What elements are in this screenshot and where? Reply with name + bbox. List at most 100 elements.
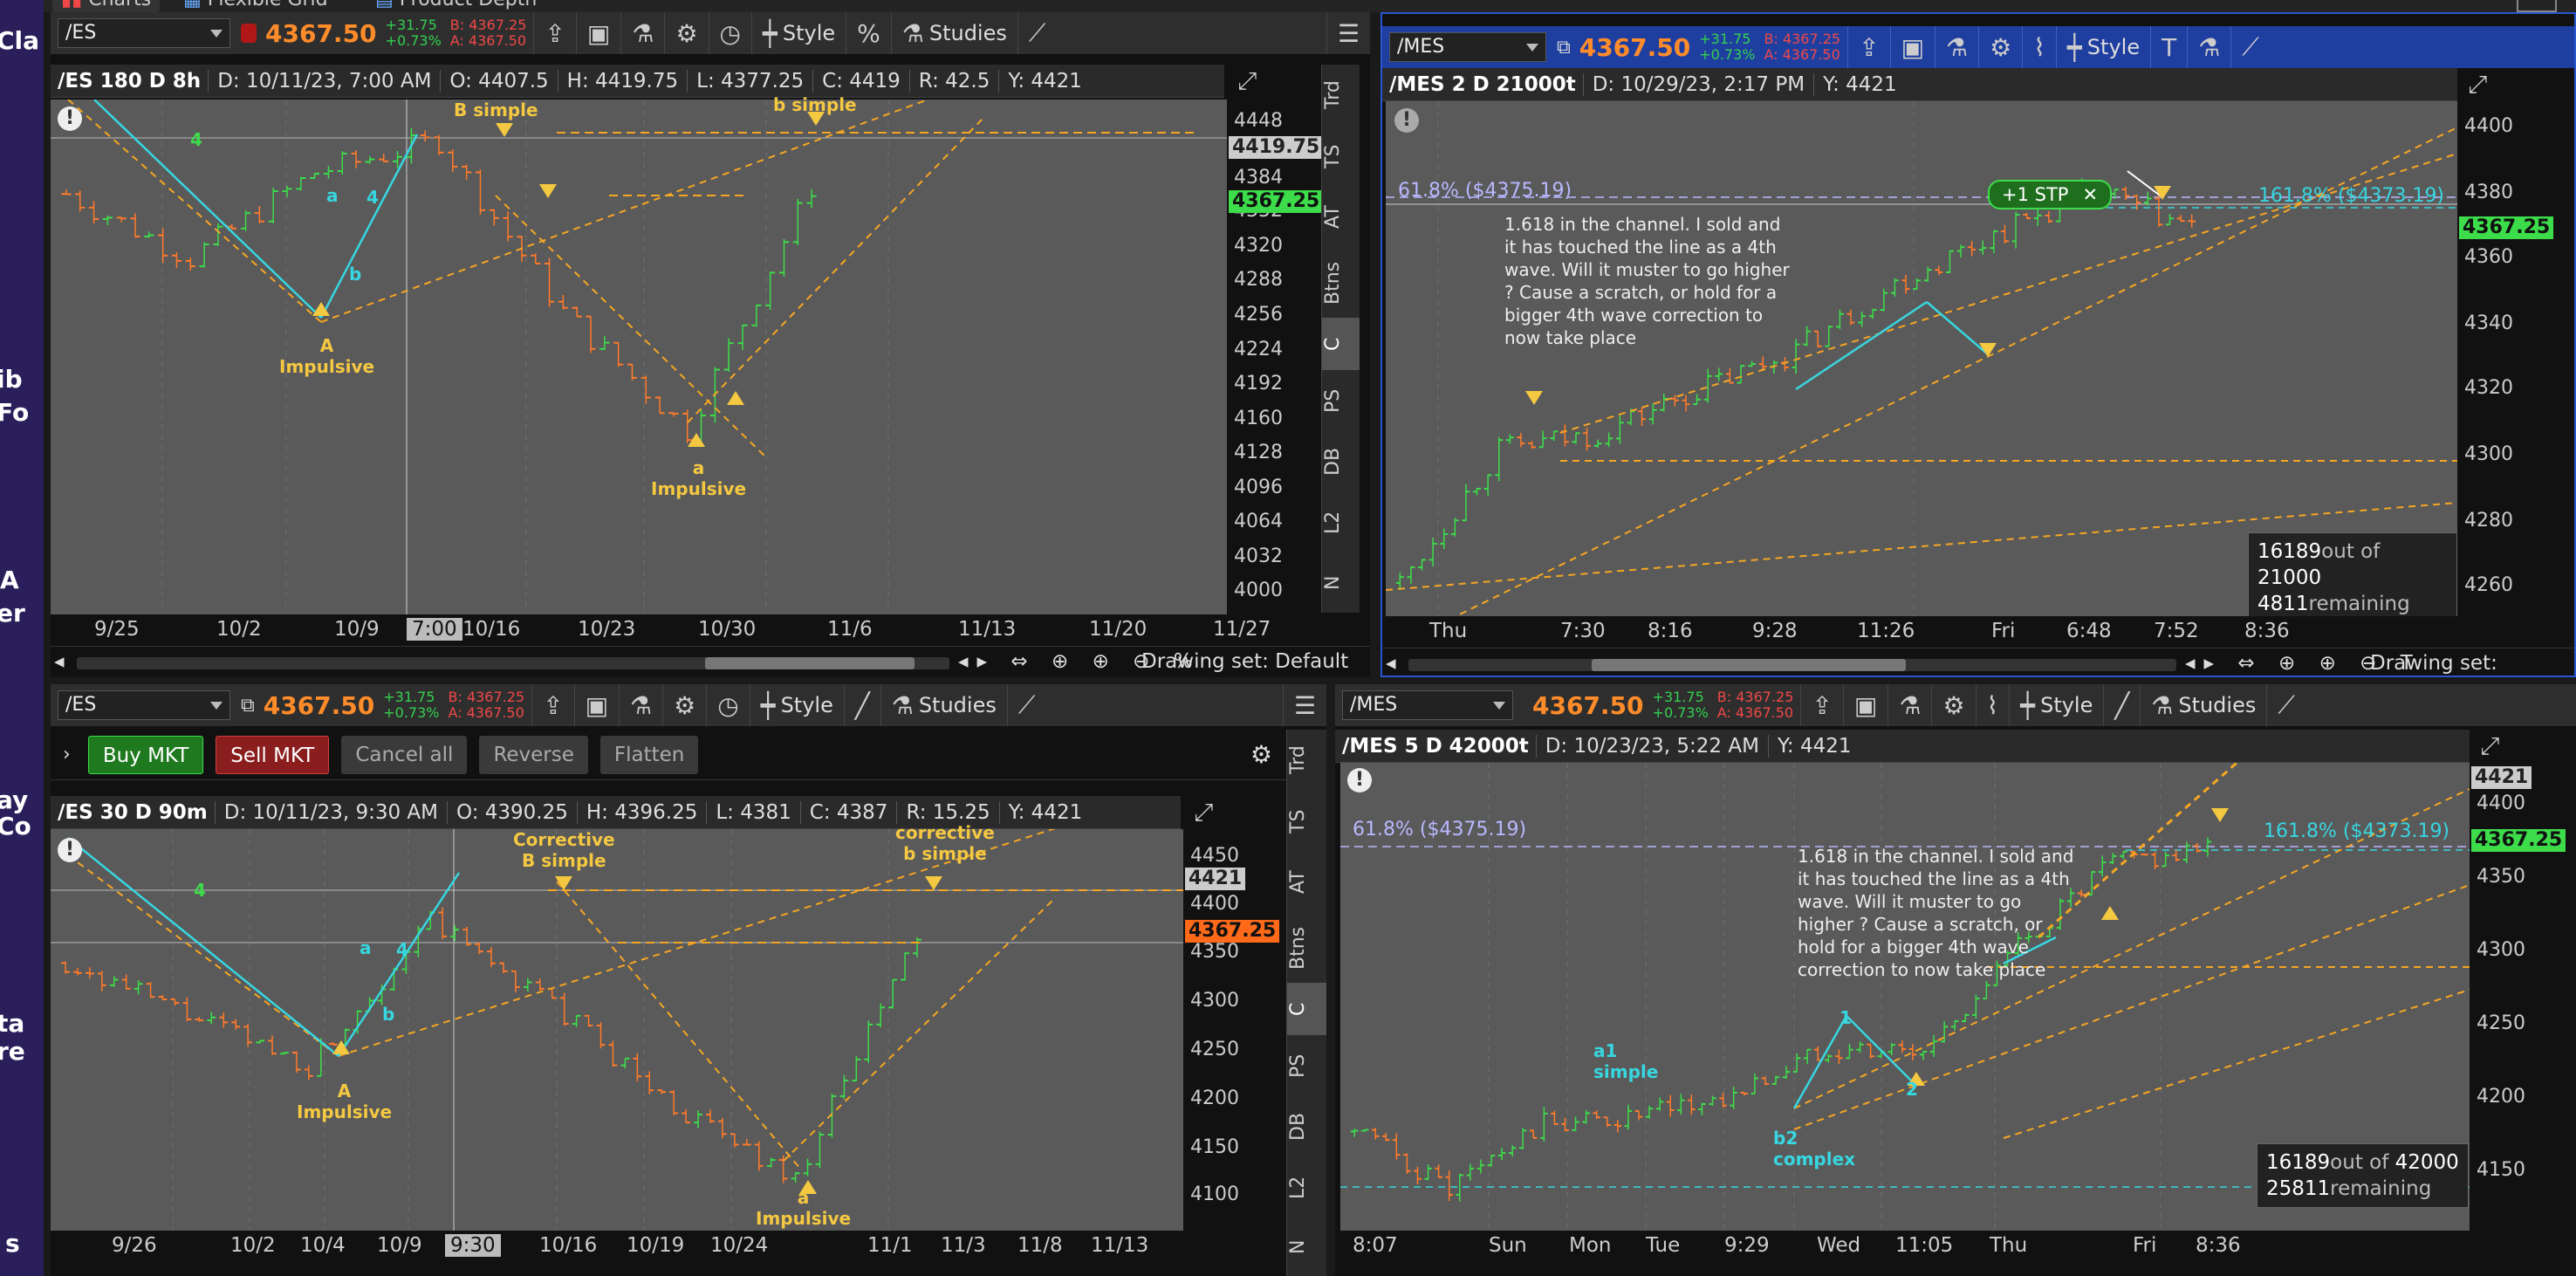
price-axis[interactable]: 4400 4380 4360 4340 4320 4300 4280 4260 … xyxy=(2457,101,2574,616)
price-axis[interactable]: 4400 4350 4300 4250 4200 4150 4421 4367.… xyxy=(2470,763,2576,1231)
settings-button[interactable]: ⚙ xyxy=(664,12,708,54)
side-tab-trd[interactable]: Trd xyxy=(1322,65,1360,126)
flask-button[interactable]: ⚗ xyxy=(1887,684,1931,726)
flask-button[interactable]: ⚗ xyxy=(619,684,662,726)
drawing-set-label[interactable]: Drawing set: Default xyxy=(1141,650,1348,673)
chart-scrollbar[interactable]: ◂ ◂▸ ⇔ ⊕ ⊕ ⊖ % Drawing set: Default xyxy=(51,646,1370,677)
style-button[interactable]: ┿ Style xyxy=(750,12,846,54)
plot-area[interactable]: ! A Impulsive B simple b simple a Impulsiv… xyxy=(51,94,1227,614)
events-button[interactable]: ▣ xyxy=(575,12,620,54)
share-button[interactable]: ⇪ xyxy=(531,684,573,726)
layout-icon[interactable] xyxy=(2517,0,2557,12)
wave-button[interactable]: ⌇ xyxy=(2022,26,2056,68)
scroll-track[interactable] xyxy=(77,657,949,669)
expand-button[interactable]: ⤢ xyxy=(1227,65,1285,99)
close-icon[interactable]: ✕ xyxy=(2082,184,2098,205)
tab-charts[interactable]: ▮▮ Charts xyxy=(52,0,161,12)
line-tool-button[interactable]: ╱ xyxy=(2103,684,2140,726)
gear-icon[interactable]: ⚙ xyxy=(1250,740,1272,769)
alert-icon[interactable]: ! xyxy=(1394,108,1419,133)
side-tab-trd[interactable]: Trd xyxy=(1287,730,1326,791)
share-button[interactable]: ⇪ xyxy=(1800,684,1842,726)
text-button[interactable]: T xyxy=(2150,26,2187,68)
side-tab-ts[interactable]: TS xyxy=(1322,126,1360,187)
side-tab-n[interactable]: N xyxy=(1287,1218,1326,1276)
symbol-selector[interactable]: /ES xyxy=(58,690,230,720)
side-tab-ts[interactable]: TS xyxy=(1287,791,1326,852)
side-tab-l2[interactable]: L2 xyxy=(1322,492,1360,553)
time-axis[interactable]: 8:07 Sun Mon Tue 9:29 Wed 11:05 Thu Fri … xyxy=(1340,1231,2470,1262)
side-tab-at[interactable]: AT xyxy=(1322,187,1360,248)
plot-area[interactable]: ! A Impulsive Corrective B simple correcti… xyxy=(51,822,1183,1231)
events-button[interactable]: ▣ xyxy=(1842,684,1887,726)
scroll-left-icon[interactable]: ◂ xyxy=(1386,652,1396,675)
scroll-thumb[interactable] xyxy=(1592,659,1906,671)
drawings-button[interactable]: ⟋ xyxy=(1006,684,1046,726)
alert-icon[interactable]: ! xyxy=(58,106,82,131)
clock-button[interactable]: ◷ xyxy=(708,12,751,54)
side-tab-ps[interactable]: PS xyxy=(1287,1035,1326,1096)
style-button[interactable]: ┿ Style xyxy=(2009,684,2103,726)
drawings-button[interactable]: ⟋ xyxy=(2230,26,2270,68)
settings-button[interactable]: ⚙ xyxy=(1978,26,2022,68)
drawings-button[interactable]: ⟋ xyxy=(2266,684,2305,726)
symbol-selector[interactable]: /MES xyxy=(1389,32,1546,62)
studies-button[interactable]: ⚗ Studies xyxy=(880,684,1007,726)
price-axis[interactable]: 4448 4384 4352 4320 4288 4256 4224 4192 … xyxy=(1227,99,1324,614)
side-tab-n[interactable]: N xyxy=(1322,553,1360,613)
alert-icon[interactable]: ! xyxy=(58,838,82,862)
side-tab-db[interactable]: DB xyxy=(1322,431,1360,492)
drawing-set-label[interactable]: Drawing set: Default xyxy=(2370,652,2574,676)
time-axis[interactable]: Thu 7:30 8:16 9:28 11:26 Fri 6:48 7:52 8… xyxy=(1386,616,2457,648)
scroll-thumb[interactable] xyxy=(705,657,915,669)
tab-product-depth[interactable]: ▤ Product Depth xyxy=(367,0,545,12)
chart-scrollbar[interactable]: ◂ ◂▸ ⇔ ⊕ ⊕ ⊖ T Drawing set: Default xyxy=(1382,648,2574,676)
link-icon[interactable]: ⧉ xyxy=(241,695,255,717)
side-tab-btns[interactable]: Btns xyxy=(1322,248,1360,318)
side-tab-c[interactable]: C xyxy=(1287,983,1326,1035)
menu-button[interactable]: ☰ xyxy=(1326,12,1370,54)
chevron-right-icon[interactable]: › xyxy=(63,744,71,765)
percent-button[interactable]: % xyxy=(846,12,891,54)
side-tab-c[interactable]: C xyxy=(1322,318,1360,370)
settings-button[interactable]: ⚙ xyxy=(662,684,706,726)
tab-flexible-grid[interactable]: ▦ Flexible Grid xyxy=(175,0,337,12)
studies-button[interactable]: ⚗ Studies xyxy=(890,12,1017,54)
reverse-button[interactable]: Reverse xyxy=(479,735,588,774)
side-tab-at[interactable]: AT xyxy=(1287,852,1326,913)
side-tab-l2[interactable]: L2 xyxy=(1287,1157,1326,1218)
side-tab-ps[interactable]: PS xyxy=(1322,370,1360,431)
link-icon[interactable]: ⧉ xyxy=(1557,37,1571,58)
events-button[interactable]: ▣ xyxy=(1889,26,1935,68)
wave-button[interactable]: ⌇ xyxy=(1975,684,2010,726)
expand-button[interactable]: ⤢ xyxy=(2470,730,2576,763)
drawings-button[interactable]: ⟋ xyxy=(1017,12,1057,54)
flask-button-2[interactable]: ⚗ xyxy=(2187,26,2230,68)
scroll-left-icon[interactable]: ◂ xyxy=(54,650,65,673)
symbol-selector[interactable]: /MES xyxy=(1342,690,1513,720)
plot-area[interactable]: ! 61.8% ($4375.19) 161.8% ($4373.19) +1 … xyxy=(1386,101,2457,623)
expand-button[interactable]: ⤢ xyxy=(1183,796,1285,829)
style-button[interactable]: ┿ Style xyxy=(749,684,844,726)
menu-button[interactable]: ☰ xyxy=(1282,684,1326,726)
stop-order-tag[interactable]: +1 STP ✕ xyxy=(1988,180,2113,209)
share-button[interactable]: ⇪ xyxy=(533,12,575,54)
clock-button[interactable]: ◷ xyxy=(706,684,749,726)
price-axis[interactable]: 4450 4400 4350 4300 4250 4200 4150 4100 … xyxy=(1183,829,1285,1231)
plot-area[interactable]: ! 61.8% ($4375.19) 161.8% ($4373.19) 1.6… xyxy=(1340,763,2470,1231)
side-tab-btns[interactable]: Btns xyxy=(1287,913,1326,983)
style-button[interactable]: ┿ Style xyxy=(2055,26,2150,68)
link-icon[interactable] xyxy=(241,24,257,43)
studies-button[interactable]: ⚗ Studies xyxy=(2140,684,2266,726)
time-axis[interactable]: 9/26 10/2 10/4 10/9 9:30 10/16 10/19 10/… xyxy=(51,1231,1285,1262)
time-axis[interactable]: 9/25 10/2 10/9 7:00 10/16 10/23 10/30 11… xyxy=(51,614,1360,646)
share-button[interactable]: ⇪ xyxy=(1847,26,1889,68)
flask-button[interactable]: ⚗ xyxy=(1935,26,1978,68)
side-tab-db[interactable]: DB xyxy=(1287,1096,1326,1157)
flatten-button[interactable]: Flatten xyxy=(599,735,699,774)
buy-mkt-button[interactable]: Buy MKT xyxy=(87,735,204,774)
events-button[interactable]: ▣ xyxy=(573,684,619,726)
expand-button[interactable]: ⤢ xyxy=(2457,68,2574,101)
settings-button[interactable]: ⚙ xyxy=(1931,684,1975,726)
flask-button[interactable]: ⚗ xyxy=(620,12,664,54)
